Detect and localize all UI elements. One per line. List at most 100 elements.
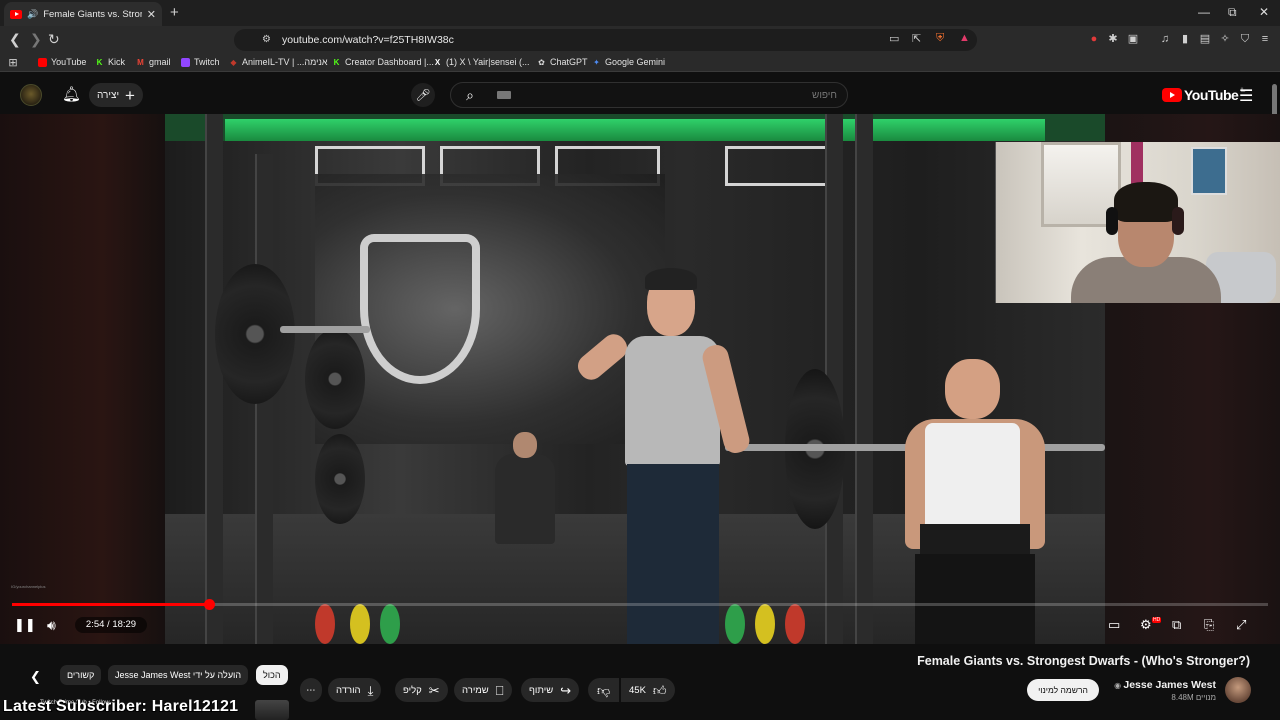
chip-uploaded-by[interactable]: Jesse James West הועלה על ידי [108, 665, 249, 685]
apps-grid-icon[interactable]: ⊞ [6, 56, 20, 70]
search-icon[interactable]: ⌕ [451, 83, 489, 107]
search-input[interactable] [497, 86, 837, 104]
dislike-button[interactable]: 👎︎ [588, 678, 620, 702]
sidebar-icon[interactable]: ▮ [1178, 32, 1192, 46]
youtube-logo-icon [1162, 88, 1182, 102]
bookmarks-bar: ⊞ YouTube K Kick Mgmail Twitch ◆ AnimeIL-T… [0, 54, 1280, 72]
thumbs-up-icon: 👍︎ [652, 682, 667, 698]
media-control-icon[interactable]: ♫ [1158, 32, 1172, 46]
kick-creator-icon: K [333, 57, 340, 67]
create-button[interactable]: יצירה + [89, 83, 143, 107]
browser-tab[interactable]: 🔊 Female Giants vs. Strongest D ✕ [4, 2, 162, 26]
tab-close-icon[interactable]: ✕ [147, 8, 156, 21]
share-button[interactable]: שיתוף ↪ [521, 678, 580, 702]
account-avatar[interactable] [20, 84, 42, 106]
brave-rewards-icon[interactable]: ▲ [959, 32, 970, 44]
gmail-icon: M [137, 57, 144, 67]
latest-subscriber-overlay: Latest Subscriber: Harel12121 [3, 698, 239, 715]
cam-poster [1191, 147, 1227, 195]
close-window-button[interactable]: ✕ [1259, 5, 1269, 19]
more-actions-button[interactable]: ⋯ [300, 678, 322, 702]
new-tab-button[interactable]: + [170, 4, 179, 21]
vpn-icon[interactable]: ⛉ [1238, 32, 1252, 46]
address-bar[interactable]: ⚙ youtube.com/watch?v=f25TH8IW38c ▭ ⇱ ⛨ … [234, 29, 977, 51]
back-arrow-icon[interactable]: ❮ [9, 31, 21, 48]
youtube-icon [38, 57, 47, 67]
screenshot-icon[interactable]: ▣ [1126, 32, 1140, 46]
bookmark-twitch[interactable]: Twitch [181, 57, 220, 67]
guide-menu-icon[interactable]: ☰ [1239, 86, 1253, 106]
reload-icon[interactable]: ↻ [48, 31, 60, 48]
share-page-icon[interactable]: ⇱ [912, 32, 921, 45]
bookmark-kick[interactable]: K Kick [95, 57, 125, 67]
save-button[interactable]: שמירה ⎕ [454, 678, 512, 702]
share-icon: ↪ [560, 682, 572, 698]
person-right [895, 359, 1055, 644]
gym-logo [360, 234, 480, 384]
chip-related[interactable]: קשורים [60, 665, 102, 685]
create-label: יצירה [97, 89, 120, 101]
menu-icon[interactable]: ≡ [1258, 32, 1272, 46]
barbell [280, 326, 370, 333]
search-box[interactable]: ⌕ [450, 82, 848, 108]
subscribe-button[interactable]: הרשמה למינוי [1027, 679, 1099, 701]
install-app-icon[interactable]: ▭ [889, 32, 899, 45]
cast-icon[interactable]: ⎘ [1204, 617, 1214, 633]
youtube-header: 🔔︎ יצירה + 🎤︎ ⌕ YouTube IL ☰ [0, 76, 1280, 114]
colored-plate [785, 604, 805, 644]
audio-playing-icon[interactable]: 🔊 [27, 9, 38, 20]
youtube-favicon-icon [10, 9, 22, 19]
channel-avatar[interactable] [1225, 677, 1251, 703]
forward-arrow-icon[interactable]: ❯ [30, 31, 42, 48]
miniplayer-icon[interactable]: ⧉ [1172, 617, 1181, 633]
bookmark-creator-dashboard[interactable]: K Creator Dashboard |... [332, 57, 434, 67]
channel-name[interactable]: ◉ Jesse James West [1090, 679, 1216, 691]
bookmark-chatgpt[interactable]: ✿ ChatGPT [537, 57, 587, 67]
maximize-button[interactable]: ⧉ [1228, 5, 1237, 20]
stream-overlay-image [255, 700, 289, 720]
pause-icon[interactable]: ❚❚ [14, 616, 36, 634]
brave-shield-icon[interactable]: ⛨ [936, 32, 944, 45]
webcam-overlay [995, 142, 1280, 303]
bookmark-youtube[interactable]: YouTube [38, 57, 86, 67]
like-count: 45K [629, 684, 646, 696]
time-display: 2:54 / 18:29 [75, 617, 147, 633]
weight-plate [315, 434, 365, 524]
voice-search-mic-icon[interactable]: 🎤︎ [411, 83, 435, 107]
x-icon: X [434, 57, 441, 67]
progress-bar[interactable] [12, 599, 1268, 610]
chatgpt-icon: ✿ [538, 57, 545, 67]
download-button[interactable]: הורדה ⤓ [328, 678, 382, 702]
bookmark-gemini[interactable]: ✦ Google Gemini [592, 57, 665, 67]
extensions-puzzle-icon[interactable]: ✱ [1106, 32, 1120, 46]
subtitles-icon[interactable]: ▭ [1108, 617, 1120, 633]
address-url[interactable]: youtube.com/watch?v=f25TH8IW38c [282, 34, 454, 46]
minimize-button[interactable]: — [1198, 5, 1210, 19]
youtube-logo[interactable]: YouTube IL [1162, 87, 1245, 103]
notifications-bell-icon[interactable]: 🔔︎ [62, 85, 81, 103]
site-info-icon[interactable]: ⚙ [262, 34, 271, 45]
chevron-left-icon[interactable]: ❮ [30, 669, 41, 685]
fullscreen-icon[interactable]: ⤢ [1236, 617, 1246, 633]
share-label: שיתוף [529, 684, 554, 696]
green-beam [225, 119, 1045, 141]
headset-icon [1172, 207, 1184, 235]
youtube-logo-text: YouTube [1184, 87, 1239, 103]
clip-button[interactable]: קליפ ✂ [395, 678, 448, 702]
chip-all[interactable]: הכול [256, 665, 288, 685]
like-button[interactable]: 45K 👍︎ [621, 678, 675, 702]
volume-icon[interactable]: 🔊︎ [47, 616, 56, 634]
leo-ai-icon[interactable]: ✧ [1218, 32, 1232, 46]
bookmark-x[interactable]: X (1) X \ Yair|sensei (... [433, 57, 530, 67]
save-bookmark-icon: ⎕ [495, 682, 504, 698]
hex-light [725, 146, 835, 186]
extension-red-icon[interactable]: ● [1087, 32, 1101, 46]
subscriber-count: 8.48M מנויים [1171, 693, 1216, 702]
tab-bar: 🔊 Female Giants vs. Strongest D ✕ + — ⧉ … [0, 0, 1280, 26]
settings-gear-icon[interactable]: ⚙ [1140, 617, 1152, 633]
animeil-icon: ◆ [230, 57, 237, 67]
wallet-icon[interactable]: ▤ [1198, 32, 1212, 46]
bookmark-gmail[interactable]: Mgmail [136, 57, 170, 67]
video-frame[interactable] [165, 114, 1106, 644]
bookmark-animeil[interactable]: ◆ AnimeIL-TV | ...אנימה [229, 57, 327, 67]
